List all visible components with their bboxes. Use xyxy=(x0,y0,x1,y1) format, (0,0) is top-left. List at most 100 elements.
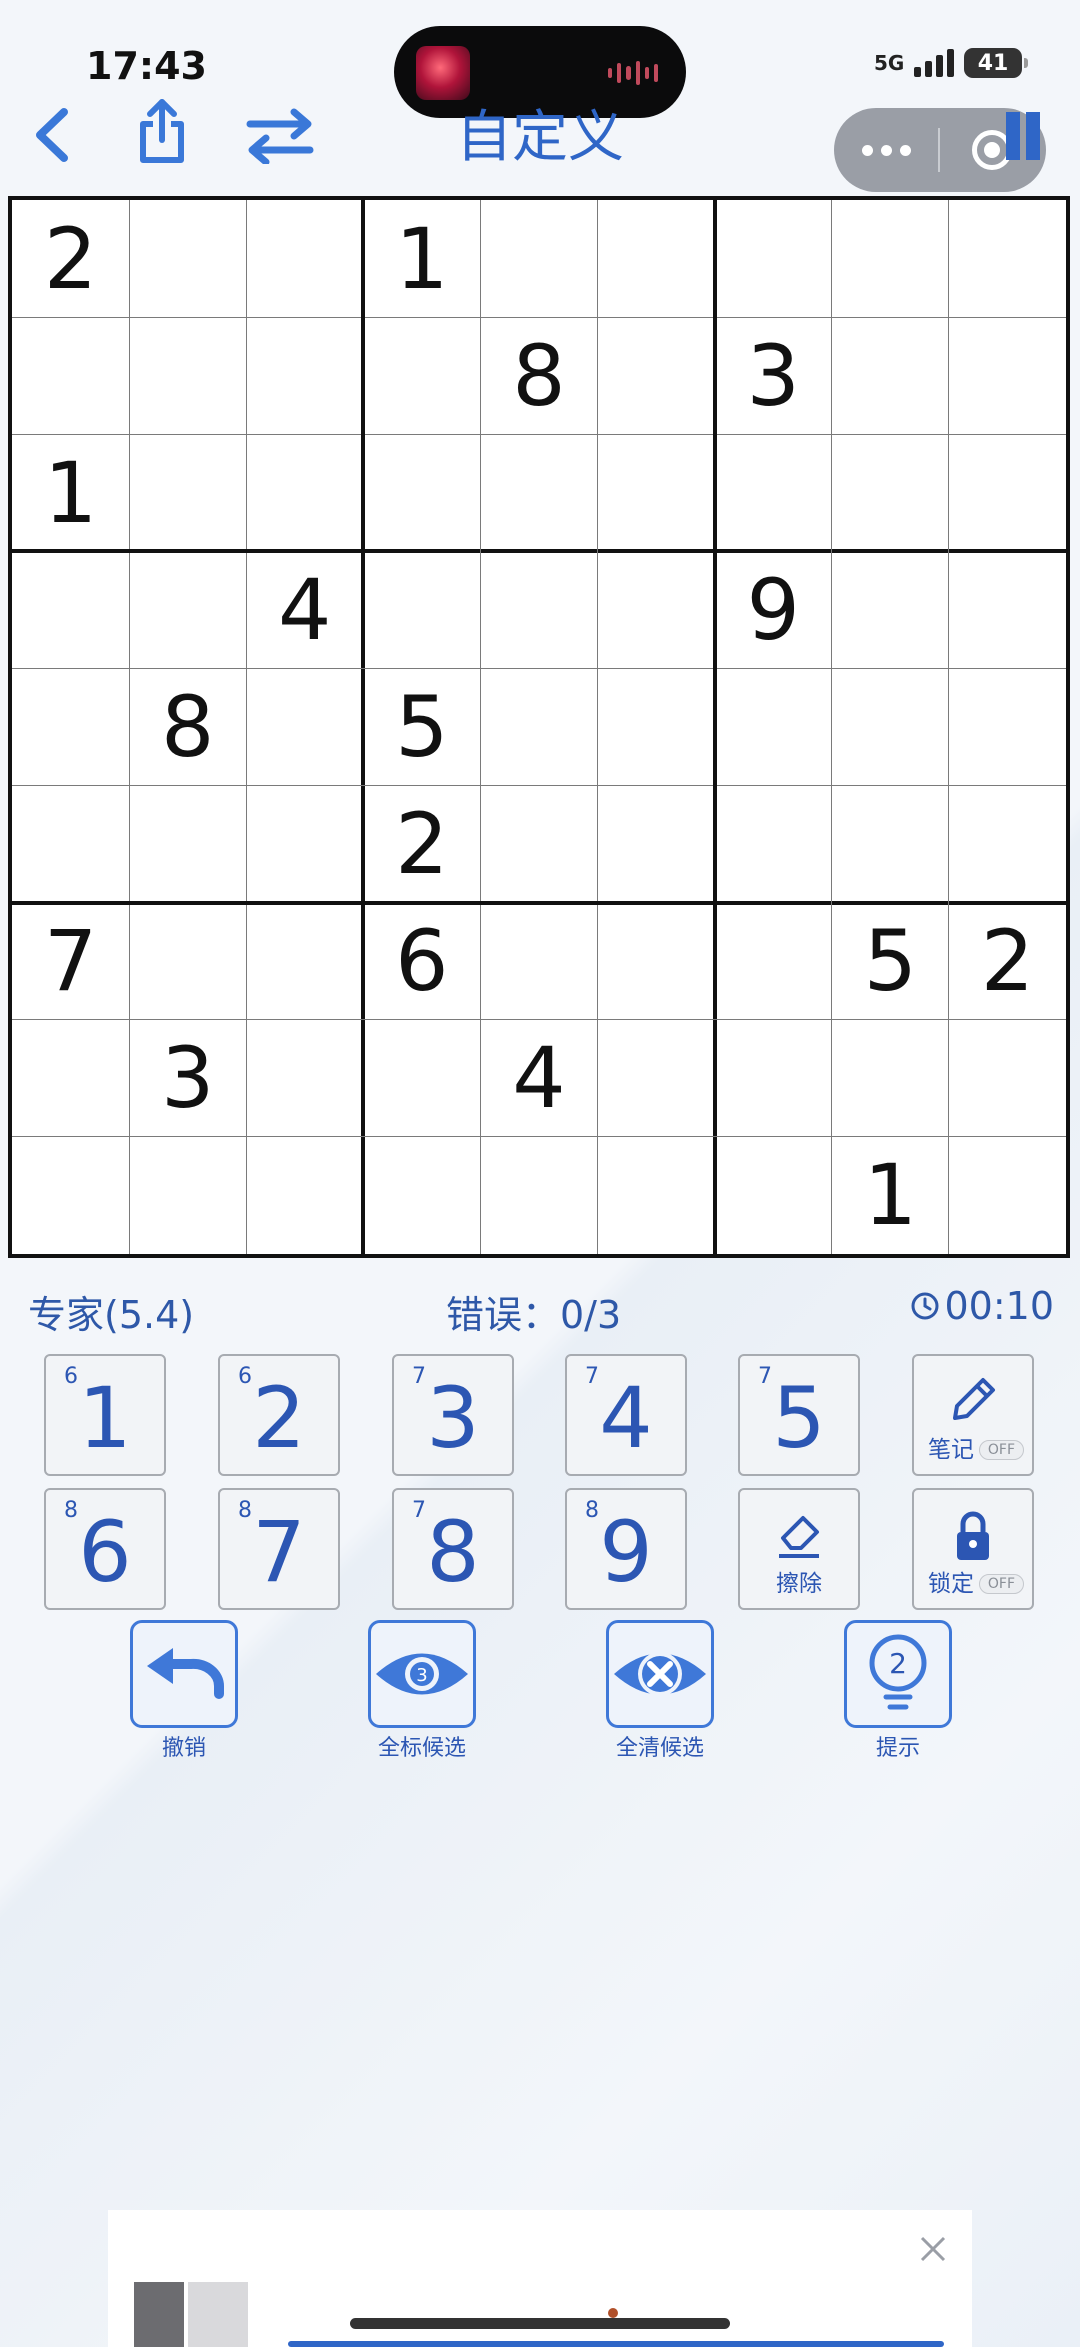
number-key-3[interactable]: 73 xyxy=(392,1354,514,1476)
sudoku-cell[interactable]: 2 xyxy=(12,200,129,317)
clear-all-candidates-button[interactable] xyxy=(606,1620,714,1728)
sudoku-cell[interactable] xyxy=(480,200,597,317)
swap-icon[interactable] xyxy=(244,108,316,166)
sudoku-cell[interactable] xyxy=(832,317,949,434)
sudoku-cell[interactable] xyxy=(598,903,715,1020)
sudoku-cell[interactable] xyxy=(949,1020,1066,1137)
sudoku-cell[interactable] xyxy=(363,1020,480,1137)
sudoku-cell[interactable] xyxy=(949,668,1066,785)
sudoku-cell[interactable]: 8 xyxy=(480,317,597,434)
sudoku-cell[interactable] xyxy=(12,786,129,903)
sudoku-cell[interactable] xyxy=(832,1020,949,1137)
sudoku-cell[interactable] xyxy=(715,786,832,903)
number-key-2[interactable]: 62 xyxy=(218,1354,340,1476)
close-icon[interactable] xyxy=(916,2232,950,2266)
sudoku-cell[interactable]: 8 xyxy=(129,668,246,785)
sudoku-cell[interactable] xyxy=(480,551,597,668)
sudoku-cell[interactable] xyxy=(598,434,715,551)
sudoku-cell[interactable] xyxy=(949,1137,1066,1254)
sudoku-cell[interactable] xyxy=(363,434,480,551)
sudoku-cell[interactable] xyxy=(949,317,1066,434)
sudoku-cell[interactable] xyxy=(480,786,597,903)
hint-button[interactable]: 2 xyxy=(844,1620,952,1728)
sudoku-cell[interactable] xyxy=(715,200,832,317)
more-icon[interactable] xyxy=(834,144,938,156)
sudoku-cell[interactable] xyxy=(598,317,715,434)
sudoku-cell[interactable] xyxy=(598,551,715,668)
back-icon[interactable] xyxy=(28,100,78,170)
sudoku-cell[interactable] xyxy=(598,1020,715,1137)
sudoku-cell[interactable] xyxy=(949,434,1066,551)
ad-action-bar[interactable] xyxy=(288,2341,944,2347)
sudoku-cell[interactable] xyxy=(832,786,949,903)
sudoku-cell[interactable] xyxy=(246,434,363,551)
lock-toggle-button[interactable]: 锁定 OFF xyxy=(912,1488,1034,1610)
number-key-4[interactable]: 74 xyxy=(565,1354,687,1476)
sudoku-cell[interactable]: 2 xyxy=(949,903,1066,1020)
number-key-7[interactable]: 87 xyxy=(218,1488,340,1610)
sudoku-cell[interactable]: 1 xyxy=(832,1137,949,1254)
sudoku-cell[interactable] xyxy=(12,1137,129,1254)
sudoku-cell[interactable]: 4 xyxy=(480,1020,597,1137)
sudoku-cell[interactable] xyxy=(715,903,832,1020)
sudoku-cell[interactable] xyxy=(246,903,363,1020)
sudoku-cell[interactable] xyxy=(246,1020,363,1137)
sudoku-cell[interactable]: 7 xyxy=(12,903,129,1020)
sudoku-cell[interactable] xyxy=(832,551,949,668)
home-indicator[interactable] xyxy=(350,2318,730,2329)
sudoku-cell[interactable] xyxy=(129,317,246,434)
sudoku-cell[interactable] xyxy=(715,434,832,551)
number-key-6[interactable]: 86 xyxy=(44,1488,166,1610)
number-key-5[interactable]: 75 xyxy=(738,1354,860,1476)
sudoku-cell[interactable] xyxy=(246,1137,363,1254)
share-icon[interactable] xyxy=(136,96,188,166)
sudoku-cell[interactable] xyxy=(246,668,363,785)
sudoku-cell[interactable]: 9 xyxy=(715,551,832,668)
sudoku-cell[interactable]: 1 xyxy=(363,200,480,317)
sudoku-cell[interactable] xyxy=(598,668,715,785)
sudoku-cell[interactable] xyxy=(12,668,129,785)
sudoku-cell[interactable] xyxy=(246,317,363,434)
sudoku-cell[interactable] xyxy=(832,200,949,317)
sudoku-cell[interactable]: 1 xyxy=(12,434,129,551)
undo-button[interactable] xyxy=(130,1620,238,1728)
sudoku-cell[interactable]: 2 xyxy=(363,786,480,903)
sudoku-cell[interactable] xyxy=(12,1020,129,1137)
sudoku-cell[interactable] xyxy=(715,1020,832,1137)
sudoku-cell[interactable] xyxy=(598,1137,715,1254)
sudoku-cell[interactable] xyxy=(598,200,715,317)
sudoku-cell[interactable] xyxy=(480,903,597,1020)
sudoku-cell[interactable]: 5 xyxy=(832,903,949,1020)
sudoku-cell[interactable] xyxy=(246,786,363,903)
sudoku-cell[interactable] xyxy=(12,551,129,668)
sudoku-cell[interactable] xyxy=(129,903,246,1020)
sudoku-cell[interactable] xyxy=(715,668,832,785)
sudoku-cell[interactable]: 5 xyxy=(363,668,480,785)
sudoku-cell[interactable]: 4 xyxy=(246,551,363,668)
sudoku-cell[interactable] xyxy=(129,434,246,551)
sudoku-cell[interactable]: 6 xyxy=(363,903,480,1020)
number-key-9[interactable]: 89 xyxy=(565,1488,687,1610)
sudoku-cell[interactable] xyxy=(129,786,246,903)
sudoku-cell[interactable] xyxy=(480,1137,597,1254)
sudoku-cell[interactable]: 3 xyxy=(129,1020,246,1137)
notes-toggle-button[interactable]: 笔记 OFF xyxy=(912,1354,1034,1476)
mark-all-candidates-button[interactable]: 3 xyxy=(368,1620,476,1728)
sudoku-cell[interactable] xyxy=(949,786,1066,903)
sudoku-cell[interactable] xyxy=(949,200,1066,317)
sudoku-cell[interactable] xyxy=(480,668,597,785)
sudoku-cell[interactable] xyxy=(949,551,1066,668)
sudoku-cell[interactable] xyxy=(363,317,480,434)
number-key-1[interactable]: 61 xyxy=(44,1354,166,1476)
sudoku-cell[interactable] xyxy=(129,1137,246,1254)
erase-button[interactable]: 擦除 xyxy=(738,1488,860,1610)
sudoku-cell[interactable]: 3 xyxy=(715,317,832,434)
sudoku-cell[interactable] xyxy=(129,200,246,317)
sudoku-cell[interactable] xyxy=(598,786,715,903)
number-key-8[interactable]: 78 xyxy=(392,1488,514,1610)
sudoku-cell[interactable] xyxy=(12,317,129,434)
sudoku-cell[interactable] xyxy=(832,668,949,785)
sudoku-cell[interactable] xyxy=(832,434,949,551)
sudoku-cell[interactable] xyxy=(129,551,246,668)
sudoku-cell[interactable] xyxy=(363,1137,480,1254)
